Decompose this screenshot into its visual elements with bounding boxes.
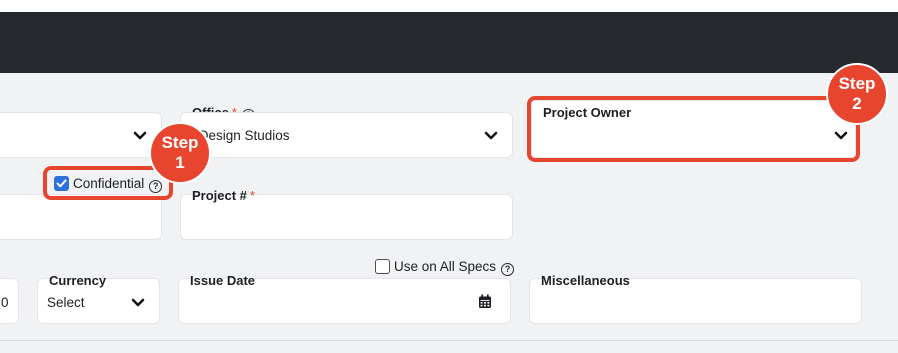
step2-badge: Step 2 <box>826 63 888 125</box>
step1-badge-line1: Step <box>161 133 199 152</box>
project-number-label: Project # * <box>192 188 255 203</box>
step2-badge-line2: 2 <box>852 94 862 113</box>
calendar-icon[interactable] <box>478 294 492 309</box>
project-number-label-text: Project # <box>192 188 247 203</box>
form-divider <box>0 340 898 341</box>
required-asterisk: * <box>249 188 255 203</box>
currency-value: Select <box>47 295 85 310</box>
miscellaneous-label: Miscellaneous <box>541 273 630 288</box>
chevron-down-icon <box>484 131 498 140</box>
step1-badge: Step 1 <box>149 122 211 184</box>
help-icon[interactable]: ? <box>501 263 515 276</box>
use-on-all-specs-label-text: Use on All Specs <box>394 259 497 274</box>
left-text-field[interactable] <box>0 194 162 240</box>
step1-badge-line2: 1 <box>175 153 185 172</box>
currency-label: Currency <box>49 273 107 288</box>
top-app-bar <box>0 12 898 73</box>
chevron-down-icon <box>133 131 147 140</box>
issue-date-label: Issue Date <box>190 273 256 288</box>
step2-highlight-frame <box>527 96 860 162</box>
step2-badge-line1: Step <box>838 74 876 93</box>
use-on-all-specs-checkbox[interactable] <box>375 259 390 274</box>
chevron-down-icon <box>131 298 145 307</box>
left-number-value: 0 <box>1 295 9 310</box>
use-on-all-specs-label: Use on All Specs? <box>394 259 515 276</box>
top-strip <box>0 0 898 12</box>
page: Office*? l Design Studios Project Owner … <box>0 0 898 353</box>
